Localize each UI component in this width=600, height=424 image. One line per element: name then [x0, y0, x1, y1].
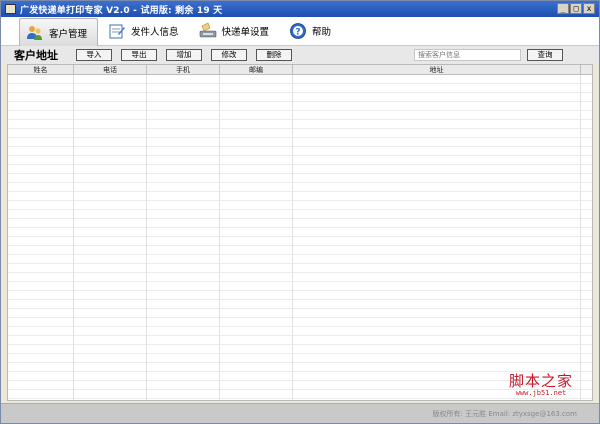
- column-header-postcode[interactable]: 邮编: [220, 65, 293, 75]
- watermark: 脚本之家 www.jb51.net: [501, 373, 581, 398]
- add-button[interactable]: 增加: [166, 49, 202, 61]
- table-body[interactable]: [8, 75, 592, 400]
- column-header-mobile[interactable]: 手机: [147, 65, 220, 75]
- search-input[interactable]: [414, 49, 521, 61]
- main-toolbar: 客户管理 发件人信息 快递单设置 ? 帮助: [1, 17, 599, 46]
- status-bar: 版权所有: 王元胜 Email: ztyxsge@163.com: [1, 403, 599, 423]
- window-controls: _ □ x: [557, 3, 595, 14]
- maximize-button[interactable]: □: [570, 3, 582, 14]
- app-window: 广发快递单打印专家 V2.0 - 试用版: 剩余 19 天 _ □ x 客户管理: [0, 0, 600, 424]
- window-title: 广发快递单打印专家 V2.0 - 试用版: 剩余 19 天: [20, 5, 223, 16]
- tab-help[interactable]: ? 帮助: [283, 18, 341, 44]
- table-header: 姓名 电话 手机 邮编 地址: [8, 65, 592, 75]
- watermark-url: www.jb51.net: [515, 389, 567, 397]
- minimize-button[interactable]: _: [557, 3, 569, 14]
- export-button[interactable]: 导出: [121, 49, 157, 61]
- svg-text:?: ?: [295, 28, 300, 38]
- sender-info-icon: [108, 22, 126, 40]
- tab-label: 帮助: [312, 27, 332, 38]
- tab-sender-info[interactable]: 发件人信息: [102, 18, 189, 44]
- action-bar: 客户地址 导入 导出 增加 修改 删除 查询: [1, 46, 599, 64]
- column-header-address[interactable]: 地址: [293, 65, 581, 75]
- tab-waybill-settings[interactable]: 快递单设置: [193, 18, 280, 44]
- tab-customer-management[interactable]: 客户管理: [19, 18, 99, 46]
- tab-label: 客户管理: [49, 28, 88, 40]
- customers-icon: [26, 24, 44, 42]
- title-bar[interactable]: 广发快递单打印专家 V2.0 - 试用版: 剩余 19 天 _ □ x: [1, 1, 599, 17]
- import-button[interactable]: 导入: [76, 49, 112, 61]
- search-button[interactable]: 查询: [527, 49, 563, 61]
- customer-table[interactable]: 姓名 电话 手机 邮编 地址: [7, 64, 593, 401]
- tab-label: 发件人信息: [131, 27, 179, 38]
- column-header-name[interactable]: 姓名: [8, 65, 74, 75]
- app-icon: [5, 4, 16, 14]
- delete-button[interactable]: 删除: [256, 49, 292, 61]
- tab-label: 快递单设置: [221, 27, 270, 38]
- help-icon: ?: [289, 22, 307, 40]
- edit-button[interactable]: 修改: [211, 49, 247, 61]
- waybill-settings-icon: [199, 22, 217, 40]
- watermark-title: 脚本之家: [508, 372, 573, 390]
- section-title: 客户地址: [14, 49, 58, 62]
- column-header-phone[interactable]: 电话: [74, 65, 147, 75]
- close-button[interactable]: x: [583, 3, 595, 14]
- copyright-text: 版权所有: 王元胜 Email: ztyxsge@163.com: [432, 410, 577, 418]
